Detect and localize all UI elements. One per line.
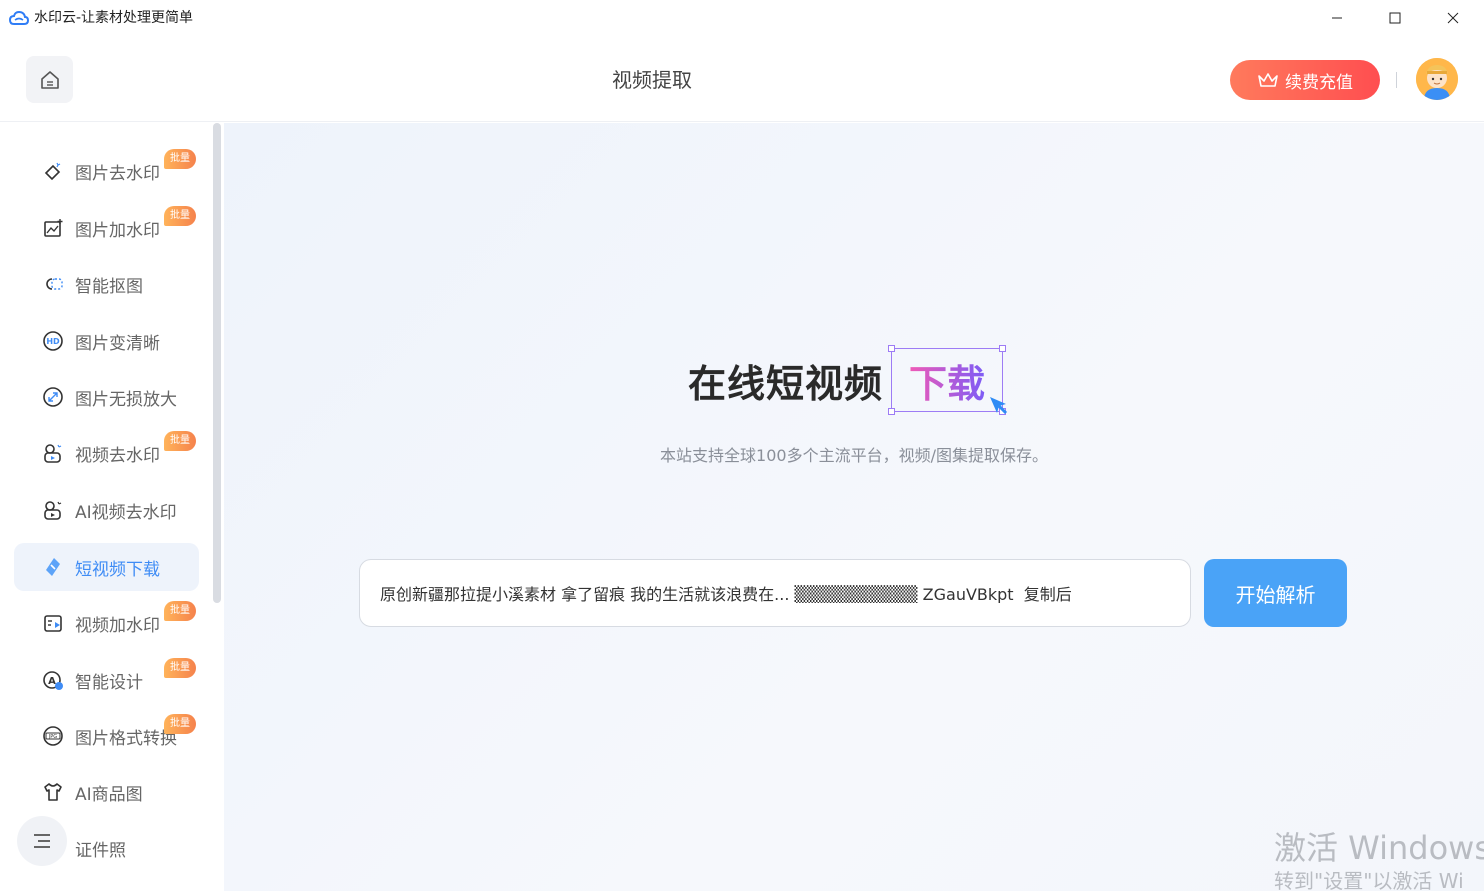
download-icon <box>41 555 65 579</box>
sidebar-item-label: AI视频去水印 <box>75 502 177 523</box>
sidebar-item-label: 视频去水印 <box>75 445 160 466</box>
video-eraser-icon <box>41 441 65 465</box>
close-button[interactable] <box>1424 0 1482 36</box>
main-content: 在线短视频 下载 本站支持全球100多个主流平台，视频/图集提取保存。 开始解析 <box>224 123 1484 891</box>
sidebar-item-label: 图片变清晰 <box>75 333 160 354</box>
app-title: 水印云-让素材处理更简单 <box>34 10 194 26</box>
menu-collapse-icon <box>34 834 50 848</box>
video-add-icon <box>41 611 65 635</box>
crown-icon <box>1258 73 1278 87</box>
svg-text:A: A <box>48 676 56 687</box>
url-input-box[interactable] <box>359 559 1191 627</box>
batch-badge: 批量 <box>164 658 196 678</box>
svg-text:HD: HD <box>46 337 60 346</box>
page-title: 视频提取 <box>612 68 692 92</box>
sidebar-item-label: 证件照 <box>75 840 126 861</box>
batch-badge: 批量 <box>164 714 196 734</box>
hero-highlight-box: 下载 <box>888 345 1008 415</box>
sidebar-item-label: 智能抠图 <box>75 276 143 297</box>
home-button[interactable] <box>26 56 73 103</box>
minimize-icon <box>1332 17 1342 19</box>
sidebar-item-video-remove-watermark[interactable]: 视频去水印 批量 <box>14 429 199 477</box>
sidebar-item-label: AI商品图 <box>75 784 143 805</box>
avatar[interactable] <box>1416 58 1458 100</box>
sidebar-item-label: 视频加水印 <box>75 615 160 636</box>
hd-icon: HD <box>41 329 65 353</box>
recharge-button[interactable]: 续费充值 <box>1230 60 1380 100</box>
jpg-icon: JPG <box>41 724 65 748</box>
sidebar-item-ai-video-remove-watermark[interactable]: AI视频去水印 <box>14 486 199 534</box>
title-bar: 水印云-让素材处理更简单 <box>0 0 1484 36</box>
sidebar-item-ai-product-image[interactable]: AI商品图 <box>14 768 199 816</box>
start-parse-button[interactable]: 开始解析 <box>1204 559 1347 627</box>
ai-video-icon <box>41 498 65 522</box>
sidebar-scrollbar[interactable] <box>213 123 221 603</box>
svg-text:JPG: JPG <box>48 734 57 740</box>
subtitle: 本站支持全球100多个主流平台，视频/图集提取保存。 <box>660 446 1048 465</box>
batch-badge: 批量 <box>164 149 196 169</box>
sidebar-item-video-add-watermark[interactable]: 视频加水印 批量 <box>14 599 199 647</box>
header-divider <box>1396 72 1397 88</box>
minimize-button[interactable] <box>1308 0 1366 36</box>
hero-heading: 在线短视频 下载 <box>688 345 1008 415</box>
hero-title: 在线短视频 <box>688 361 884 406</box>
sidebar-item-label: 图片格式转换 <box>75 728 177 749</box>
app-header: 视频提取 续费充值 <box>0 36 1484 122</box>
sidebar-item-image-add-watermark[interactable]: 图片加水印 批量 <box>14 204 199 252</box>
image-add-icon <box>41 216 65 240</box>
design-icon: A <box>41 668 65 692</box>
sidebar-item-label: 图片无损放大 <box>75 389 177 410</box>
maximize-button[interactable] <box>1366 0 1424 36</box>
sidebar-item-smart-cutout[interactable]: 智能抠图 <box>14 260 199 308</box>
windows-activation-hint: 转到"设置"以激活 Wi <box>1274 869 1464 891</box>
sidebar-item-label: 短视频下载 <box>75 559 160 580</box>
sidebar-item-smart-design[interactable]: A 智能设计 批量 <box>14 656 199 704</box>
shirt-icon <box>41 780 65 804</box>
sidebar-item-short-video-download[interactable]: 短视频下载 <box>14 543 199 591</box>
eraser-icon <box>41 159 65 183</box>
sidebar: 图片去水印 批量 图片加水印 批量 智能抠图 HD 图片变清晰 图片无损放大 视… <box>0 123 224 891</box>
sidebar-item-label: 智能设计 <box>75 672 143 693</box>
sidebar-item-image-format-convert[interactable]: JPG 图片格式转换 批量 <box>14 712 199 760</box>
recharge-label: 续费充值 <box>1285 72 1353 93</box>
batch-badge: 批量 <box>164 601 196 621</box>
cursor-arrow-icon <box>988 395 1010 421</box>
close-icon <box>1447 12 1459 24</box>
cutout-icon <box>41 272 65 296</box>
sidebar-item-lossless-enlarge[interactable]: 图片无损放大 <box>14 373 199 421</box>
avatar-icon <box>1416 58 1458 100</box>
windows-activation-watermark: 激活 Windows <box>1274 829 1484 867</box>
batch-badge: 批量 <box>164 431 196 451</box>
sidebar-collapse-button[interactable] <box>17 816 67 866</box>
home-icon <box>40 70 59 89</box>
enlarge-icon <box>41 385 65 409</box>
batch-badge: 批量 <box>164 206 196 226</box>
maximize-icon <box>1389 12 1401 24</box>
cloud-logo-icon <box>8 9 30 27</box>
sidebar-item-label: 图片加水印 <box>75 220 160 241</box>
sidebar-item-image-sharpen[interactable]: HD 图片变清晰 <box>14 317 199 365</box>
hero-highlight: 下载 <box>909 353 985 408</box>
sidebar-item-label: 图片去水印 <box>75 163 160 184</box>
sidebar-item-image-remove-watermark[interactable]: 图片去水印 批量 <box>14 147 199 195</box>
url-input[interactable] <box>380 583 1170 603</box>
